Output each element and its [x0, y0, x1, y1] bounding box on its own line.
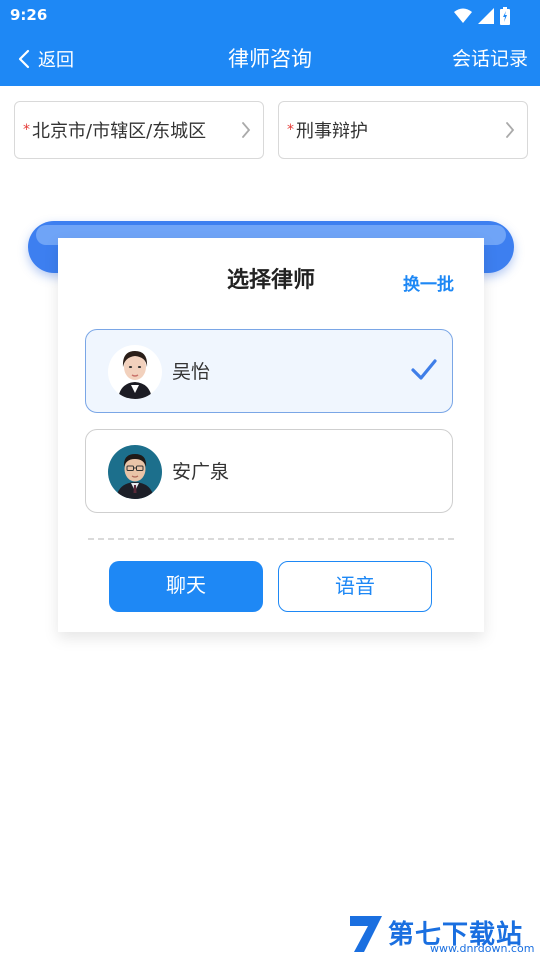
status-icons — [454, 7, 510, 25]
lawyer-select-card: 选择律师 换一批 吴怡 安广泉 聊天 语音 — [58, 238, 484, 632]
required-mark: * — [287, 122, 294, 138]
signal-icon — [478, 8, 494, 24]
status-time: 9:26 — [10, 6, 48, 24]
watermark-logo-icon — [350, 916, 382, 952]
chat-button[interactable]: 聊天 — [109, 561, 263, 612]
wifi-icon — [454, 8, 472, 23]
lawyer-item[interactable]: 安广泉 — [85, 429, 453, 513]
region-value: 北京市/市辖区/东城区 — [32, 121, 207, 142]
lawyer-name: 吴怡 — [172, 361, 211, 383]
category-value: 刑事辩护 — [296, 121, 368, 142]
region-selector[interactable]: * 北京市/市辖区/东城区 — [14, 101, 264, 159]
back-button[interactable]: 返回 — [18, 32, 74, 86]
lawyer-name: 安广泉 — [172, 461, 230, 483]
app-bar: 律师咨询 返回 会话记录 — [0, 32, 540, 86]
checkmark-icon — [411, 359, 437, 380]
refresh-batch-button[interactable]: 换一批 — [403, 270, 454, 295]
session-history-button[interactable]: 会话记录 — [452, 32, 528, 86]
chevron-right-icon — [506, 122, 515, 138]
chevron-right-icon — [242, 122, 251, 138]
divider — [88, 538, 454, 540]
back-label: 返回 — [38, 50, 74, 71]
category-selector[interactable]: * 刑事辩护 — [278, 101, 528, 159]
required-mark: * — [23, 122, 30, 138]
battery-icon — [500, 7, 510, 25]
watermark: 第七下载站 www.dnrdown.com — [346, 912, 536, 958]
avatar — [108, 345, 162, 399]
lawyer-item[interactable]: 吴怡 — [85, 329, 453, 413]
watermark-url: www.dnrdown.com — [430, 942, 535, 955]
voice-button[interactable]: 语音 — [278, 561, 432, 612]
chevron-left-icon — [18, 49, 30, 69]
avatar — [108, 445, 162, 499]
status-bar: 9:26 — [0, 0, 540, 32]
